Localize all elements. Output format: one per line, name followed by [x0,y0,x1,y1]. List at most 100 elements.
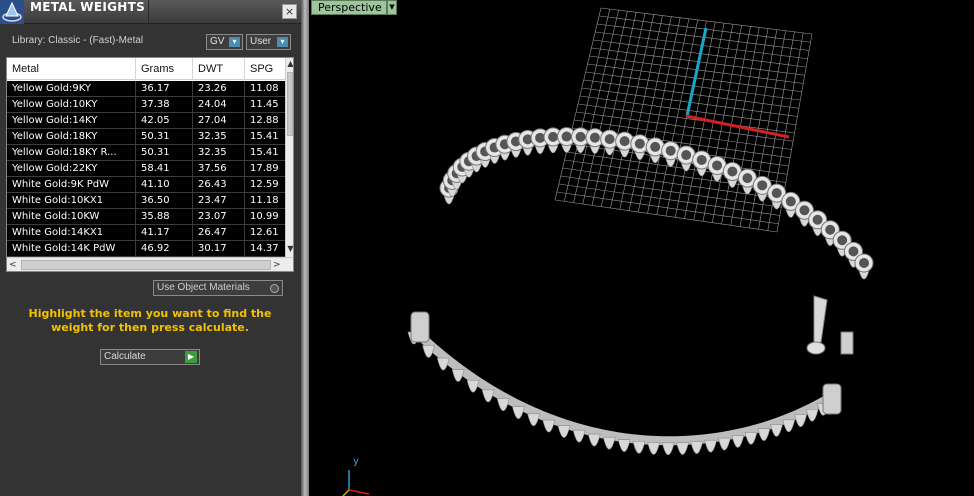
spg-cell: 14.37 [250,243,279,254]
bracelet-setting-seat [799,205,810,216]
bracelet-prong [704,439,718,453]
scroll-right-icon[interactable]: > [273,258,283,271]
instruction-text: Highlight the item you want to find the … [28,307,272,334]
bracelet-setting-seat [727,166,738,177]
metal-name-cell: Yellow Gold:18KY R... [12,147,117,158]
dwt-cell: 30.17 [198,243,227,254]
view-menu-dropdown-icon[interactable]: ▼ [387,0,397,15]
column-header-metal[interactable]: Metal [12,63,39,75]
close-icon: × [284,5,295,18]
spg-cell: 11.08 [250,83,279,94]
gv-dropdown-label: GV [210,36,225,47]
grams-cell: 41.10 [141,179,170,190]
dwt-cell: 26.47 [198,227,227,238]
column-divider [192,58,193,80]
bracelet-setting-seat [812,214,823,225]
gv-dropdown-arrow-icon: ▾ [229,37,240,47]
column-header-dwt[interactable]: DWT [198,63,223,75]
vertical-scrollbar[interactable]: ▲ ▼ [285,58,293,257]
metal-name-cell: Yellow Gold:14KY [12,115,98,126]
grams-cell: 50.31 [141,147,170,158]
table-header: Metal Grams DWT SPG [7,58,285,80]
grams-cell: 37.38 [141,99,170,110]
bracelet-prong [770,424,783,437]
bracelet-prong [422,345,435,358]
orientation-axes-icon [342,470,370,496]
grams-cell: 50.31 [141,131,170,142]
bracelet-setting-seat [575,131,586,142]
use-object-materials-dropdown[interactable]: Use Object Materials [153,280,283,296]
metal-name-cell: Yellow Gold:18KY [12,131,98,142]
dwt-cell: 23.07 [198,211,227,222]
column-divider [135,81,136,257]
panel-splitter[interactable] [301,0,309,496]
view-name-button[interactable]: Perspective [311,0,387,15]
bracelet-prong [436,357,450,371]
bracelet-setting-seat [548,131,559,142]
spg-cell: 12.61 [250,227,279,238]
vertical-scroll-thumb[interactable] [287,72,293,136]
bracelet-prong [661,442,675,456]
bracelet-setting-seat [848,246,859,257]
scroll-left-icon[interactable]: < [9,258,19,271]
metal-weights-table: Metal Grams DWT SPG Yellow Gold:9KY 36.17… [6,57,294,272]
bracelet-setting-seat [589,132,600,143]
column-divider [244,58,245,80]
bracelet-prong [744,432,758,445]
bracelet-prong [731,435,745,448]
calculate-button[interactable]: Calculate ▶ [100,349,200,365]
spg-cell: 11.45 [250,99,279,110]
bracelet-setting-seat [604,134,615,145]
panel-title: METAL WEIGHTS [30,0,146,14]
column-header-spg[interactable]: SPG [250,63,273,75]
bracelet-prong [481,389,495,403]
spg-cell: 10.99 [250,211,279,222]
bracelet-prong [690,441,704,454]
scroll-up-icon[interactable]: ▲ [286,58,293,70]
bracelet-setting-seat [859,258,869,268]
bracelet-prong [647,442,661,455]
bracelet-prong [757,428,771,441]
spg-cell: 11.18 [250,195,279,206]
radio-icon [270,284,279,293]
grams-cell: 42.05 [141,115,170,126]
user-dropdown-label: User [250,36,272,47]
metal-name-cell: White Gold:10KX1 [12,195,104,206]
grid-line [554,199,778,233]
metal-name-cell: Yellow Gold:9KY [12,83,91,94]
bracelet-setting-seat [650,141,661,152]
dwt-cell: 24.04 [198,99,227,110]
close-button[interactable]: × [282,4,297,19]
perspective-viewport[interactable]: y Perspective ▼ [309,0,974,496]
bracelet-setting-seat [712,160,723,171]
bracelet-prong [572,429,586,443]
bracelet-prong [782,419,796,433]
column-divider [244,81,245,257]
spg-cell: 12.59 [250,179,279,190]
user-dropdown[interactable]: User ▾ [246,34,291,50]
play-icon: ▶ [185,351,197,363]
user-dropdown-arrow-icon: ▾ [277,37,288,47]
metal-name-cell: Yellow Gold:22KY [12,163,98,174]
horizontal-scrollbar[interactable]: < > [7,257,293,271]
bracelet-setting-seat [619,136,630,147]
scroll-down-icon[interactable]: ▼ [286,243,293,255]
gv-dropdown[interactable]: GV ▾ [206,34,243,50]
bracelet-setting-seat [665,145,676,156]
bracelet-prong [451,369,465,382]
bracelet-prong [602,436,616,450]
metal-name-cell: White Gold:14K PdW [12,243,116,254]
spg-cell: 12.88 [250,115,279,126]
dwt-cell: 26.43 [198,179,227,190]
bracelet-prong [527,413,541,427]
column-header-grams[interactable]: Grams [141,63,174,75]
3d-scene[interactable] [309,0,974,496]
bracelet-prong [676,442,689,455]
bracelet-setting-seat [696,154,707,165]
bracelet-prong [587,433,601,447]
bracelet-setting-seat [757,180,768,191]
grams-cell: 58.41 [141,163,170,174]
grams-cell: 36.17 [141,83,170,94]
app-logo-icon [0,0,24,24]
horizontal-scroll-thumb[interactable] [21,260,271,270]
